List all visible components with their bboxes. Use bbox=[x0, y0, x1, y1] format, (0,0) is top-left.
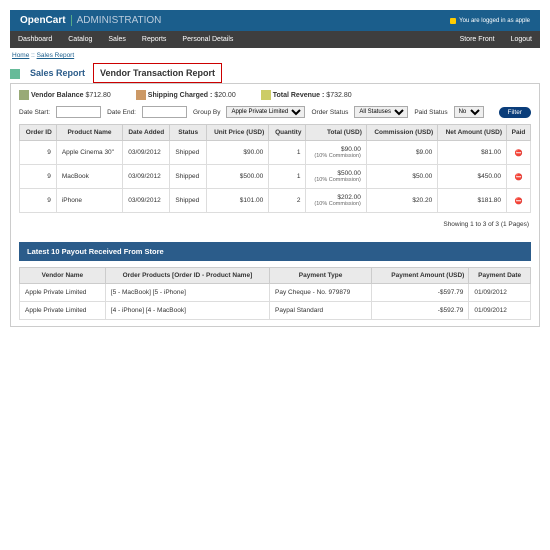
header-bar: OpenCartADMINISTRATION You are logged in… bbox=[10, 10, 540, 31]
pagination: Showing 1 to 3 of 3 (1 Pages) bbox=[19, 213, 531, 236]
th-total[interactable]: Total (USD) bbox=[306, 125, 366, 141]
pth-date: Payment Date bbox=[469, 268, 531, 284]
label-date-end: Date End: bbox=[107, 109, 136, 116]
breadcrumb: Home :: Sales Report bbox=[10, 48, 540, 63]
payout-panel-header: Latest 10 Payout Received From Store bbox=[19, 242, 531, 261]
th-paid[interactable]: Paid bbox=[507, 125, 531, 141]
unpaid-icon[interactable]: ⛔ bbox=[514, 174, 522, 181]
table-row: 9iPhone03/09/2012Shipped $101.002 $202.0… bbox=[20, 189, 531, 213]
th-status[interactable]: Status bbox=[170, 125, 207, 141]
login-status: You are logged in as apple bbox=[450, 18, 530, 24]
report-box: Vendor Balance $712.80 Shipping Charged … bbox=[10, 83, 540, 327]
bc-sales-report[interactable]: Sales Report bbox=[37, 52, 75, 59]
label-order-status: Order Status bbox=[311, 109, 348, 116]
bc-home[interactable]: Home bbox=[12, 52, 29, 59]
tabs: Sales Report Vendor Transaction Report bbox=[10, 63, 540, 83]
pth-products: Order Products [Order ID - Product Name] bbox=[105, 268, 269, 284]
pth-vendor: Vendor Name bbox=[20, 268, 106, 284]
unpaid-icon[interactable]: ⛔ bbox=[514, 150, 522, 157]
label-date-start: Date Start: bbox=[19, 109, 50, 116]
pth-payment-type: Payment Type bbox=[270, 268, 372, 284]
nav-logout[interactable]: Logout bbox=[503, 31, 540, 48]
tab-sales-report[interactable]: Sales Report bbox=[24, 64, 91, 82]
order-status-select[interactable]: All Statuses bbox=[354, 106, 408, 118]
filter-button[interactable]: Filter bbox=[499, 107, 531, 118]
nav-catalog[interactable]: Catalog bbox=[60, 31, 100, 48]
sales-table: Order ID Product Name Date Added Status … bbox=[19, 124, 531, 213]
unpaid-icon[interactable]: ⛔ bbox=[514, 198, 522, 205]
date-end-input[interactable] bbox=[142, 106, 187, 118]
lock-icon bbox=[450, 18, 456, 24]
balance-icon bbox=[19, 90, 29, 100]
table-row: 9MacBook03/09/2012Shipped $500.001 $500.… bbox=[20, 165, 531, 189]
th-product-name[interactable]: Product Name bbox=[56, 125, 122, 141]
nav-dashboard[interactable]: Dashboard bbox=[10, 31, 60, 48]
table-row: 9Apple Cinema 30"03/09/2012Shipped $90.0… bbox=[20, 141, 531, 165]
nav-sales[interactable]: Sales bbox=[100, 31, 134, 48]
payout-table: Vendor Name Order Products [Order ID - P… bbox=[19, 267, 531, 320]
group-by-select[interactable]: Apple Private Limited bbox=[226, 106, 305, 118]
th-date-added[interactable]: Date Added bbox=[123, 125, 170, 141]
date-start-input[interactable] bbox=[56, 106, 101, 118]
shipping-icon bbox=[136, 90, 146, 100]
paid-status-select[interactable]: No bbox=[454, 106, 484, 118]
pth-amount: Payment Amount (USD) bbox=[372, 268, 469, 284]
report-icon bbox=[10, 69, 20, 79]
label-group-by: Group By bbox=[193, 109, 220, 116]
th-commission[interactable]: Commission (USD) bbox=[366, 125, 437, 141]
nav-reports[interactable]: Reports bbox=[134, 31, 175, 48]
filters: Date Start: Date End: Group By Apple Pri… bbox=[19, 106, 531, 118]
th-unit-price[interactable]: Unit Price (USD) bbox=[207, 125, 269, 141]
th-order-id[interactable]: Order ID bbox=[20, 125, 57, 141]
nav-storefront[interactable]: Store Front bbox=[452, 31, 503, 48]
th-quantity[interactable]: Quantity bbox=[269, 125, 306, 141]
tab-vendor-transaction[interactable]: Vendor Transaction Report bbox=[93, 63, 222, 83]
table-row: Apple Private Limited[4 - iPhone] [4 - M… bbox=[20, 302, 531, 320]
table-row: Apple Private Limited[5 - MacBook] [5 - … bbox=[20, 284, 531, 302]
main-nav: Dashboard Catalog Sales Reports Personal… bbox=[10, 31, 540, 48]
nav-personal[interactable]: Personal Details bbox=[174, 31, 241, 48]
th-net-amount[interactable]: Net Amount (USD) bbox=[438, 125, 507, 141]
revenue-icon bbox=[261, 90, 271, 100]
summary-row: Vendor Balance $712.80 Shipping Charged … bbox=[19, 90, 531, 100]
brand: OpenCartADMINISTRATION bbox=[20, 15, 161, 26]
label-paid-status: Paid Status bbox=[414, 109, 447, 116]
